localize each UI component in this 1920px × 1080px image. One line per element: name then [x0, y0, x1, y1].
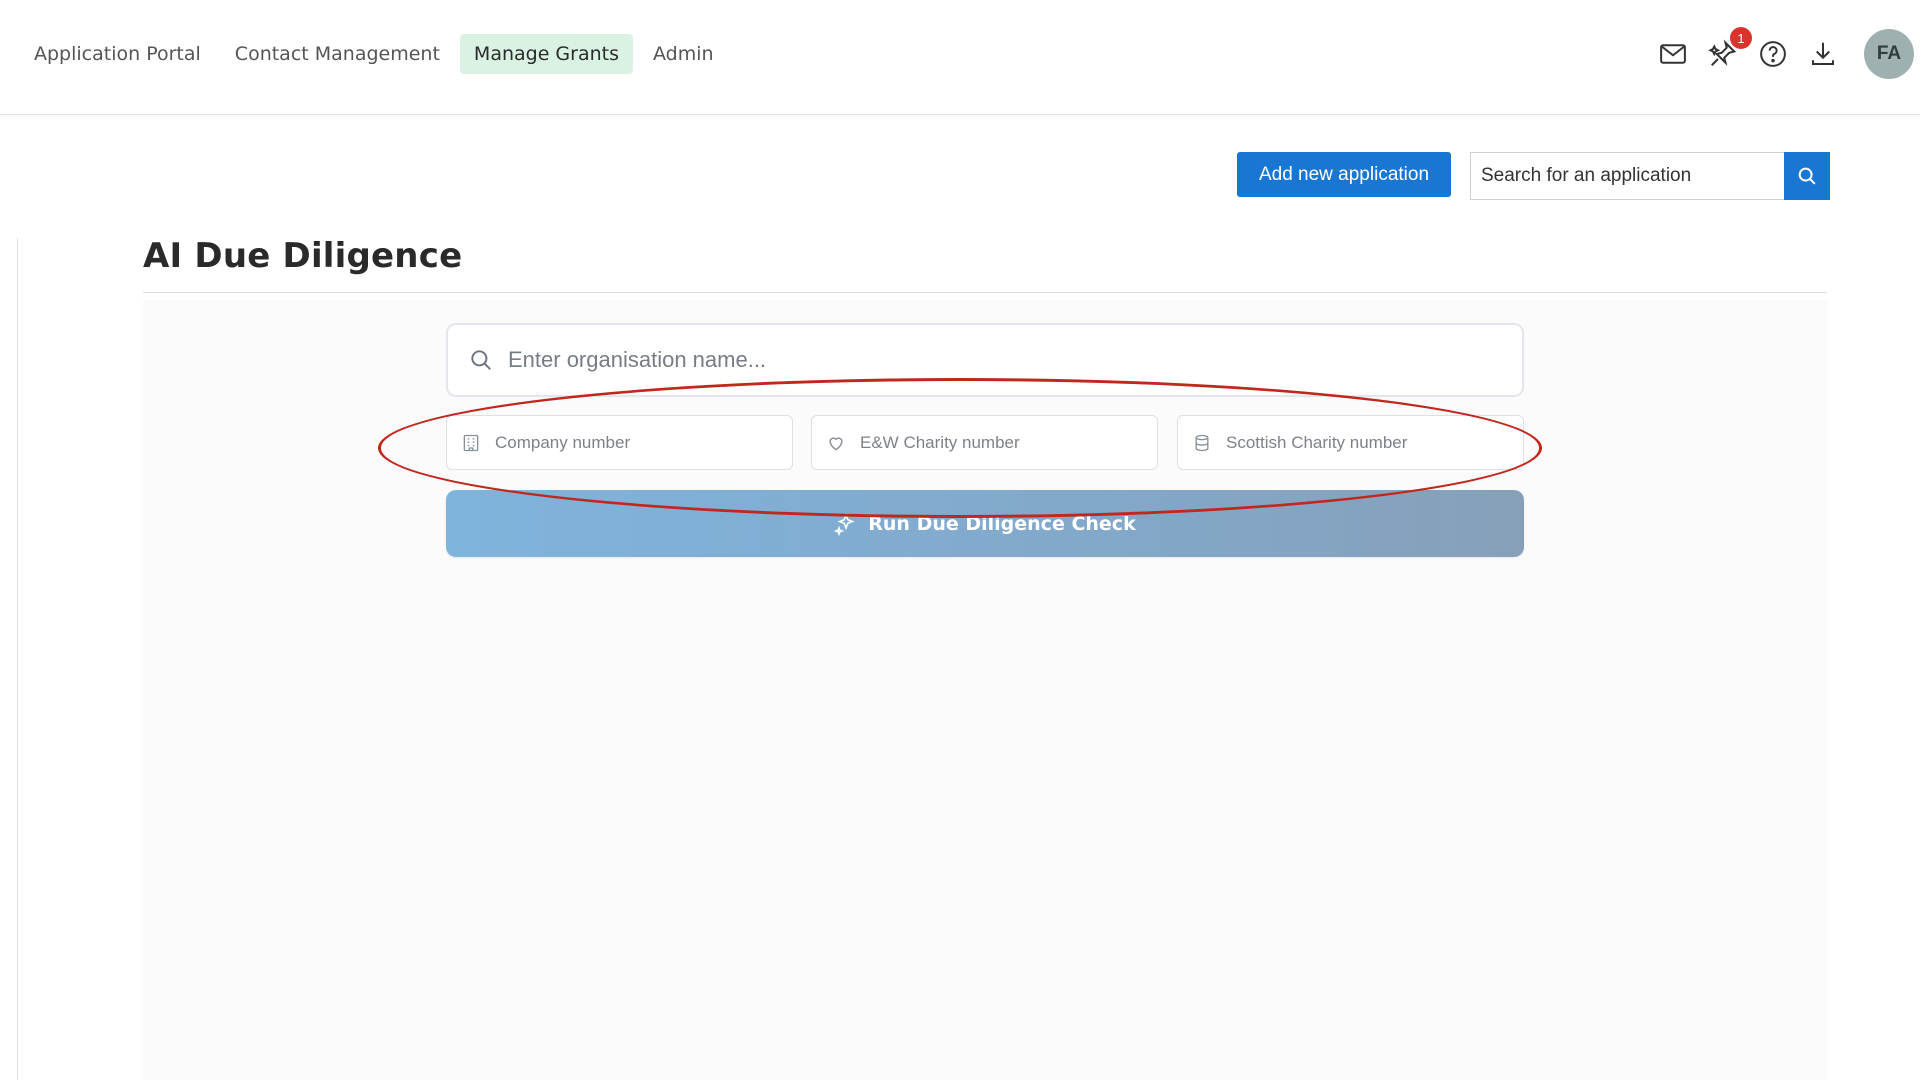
building-icon — [463, 434, 479, 451]
database-icon — [1195, 434, 1209, 451]
application-search — [1470, 152, 1830, 200]
question-icon[interactable] — [1758, 39, 1788, 69]
ew-charity-number-field — [811, 415, 1158, 470]
title-divider — [143, 292, 1827, 293]
run-due-diligence-label: Run Due Diligence Check — [868, 512, 1136, 535]
top-navbar: Application Portal Contact Management Ma… — [0, 0, 1920, 115]
left-rail-divider — [17, 238, 18, 1080]
sparkles-icon — [834, 512, 856, 536]
run-due-diligence-button[interactable]: Run Due Diligence Check — [446, 490, 1524, 557]
nav-manage-grants[interactable]: Manage Grants — [459, 34, 634, 74]
add-new-application-button[interactable]: Add new application — [1237, 152, 1451, 197]
heart-icon — [829, 436, 843, 451]
page-title: AI Due Diligence — [143, 236, 463, 276]
organisation-search-field — [446, 323, 1524, 397]
scottish-charity-number-field — [1177, 415, 1524, 470]
company-number-field — [446, 415, 793, 470]
main-nav: Application Portal Contact Management Ma… — [20, 34, 728, 74]
user-avatar[interactable]: FA — [1864, 29, 1914, 79]
application-search-input[interactable] — [1470, 152, 1784, 200]
sparkle-pin-icon[interactable]: 1 — [1708, 27, 1752, 69]
notification-badge: 1 — [1730, 27, 1752, 49]
download-icon[interactable] — [1808, 39, 1838, 69]
organisation-name-input[interactable] — [508, 347, 1488, 373]
ew-charity-number-input[interactable] — [860, 432, 1150, 453]
envelope-icon[interactable] — [1658, 39, 1688, 69]
nav-contact-management[interactable]: Contact Management — [221, 34, 454, 74]
scottish-charity-number-input[interactable] — [1226, 432, 1516, 453]
search-icon — [1798, 167, 1816, 185]
company-number-input[interactable] — [495, 432, 785, 453]
nav-application-portal[interactable]: Application Portal — [20, 34, 215, 74]
search-button[interactable] — [1784, 152, 1830, 200]
top-icons: 1 FA — [1658, 24, 1920, 84]
nav-admin[interactable]: Admin — [639, 34, 728, 74]
search-icon — [471, 350, 491, 370]
